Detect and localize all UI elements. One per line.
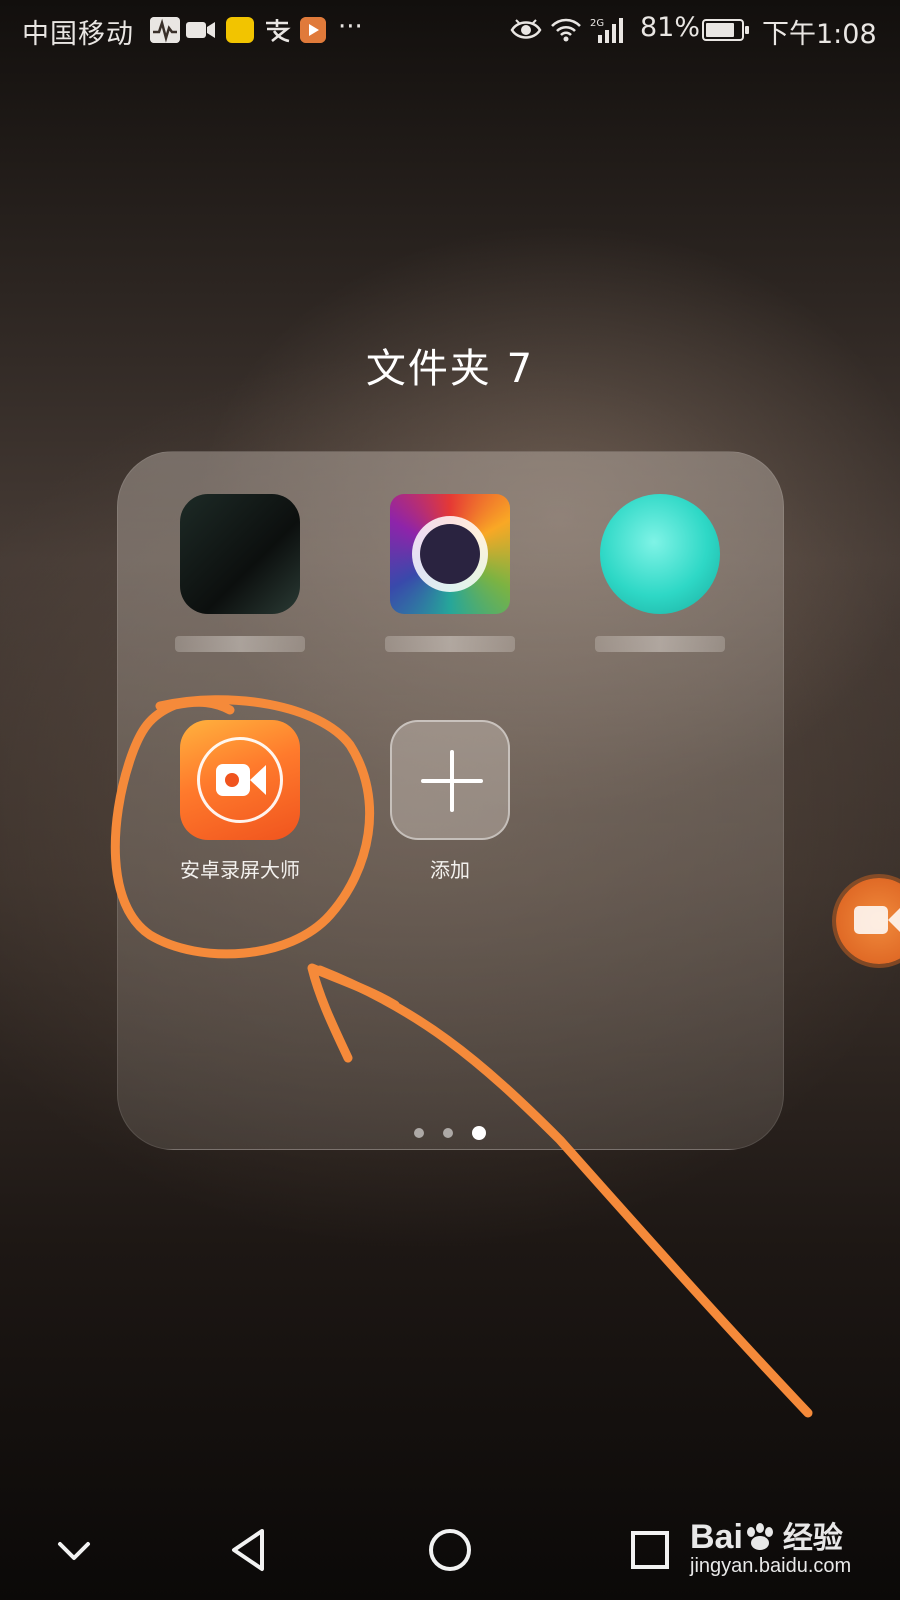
app-label: 安卓录屏大师	[180, 858, 300, 882]
app-screen-recorder[interactable]: 安卓录屏大师	[155, 720, 325, 883]
blurred-app-label	[175, 636, 305, 652]
eye-icon	[510, 19, 542, 39]
battery-level-fill	[706, 23, 734, 37]
chevron-down-icon[interactable]	[46, 1522, 102, 1578]
blurred-app-icon	[180, 494, 300, 614]
app-notification-icon	[300, 17, 326, 43]
page-dot[interactable]	[413, 1127, 424, 1138]
status-bar: 中国移动 ··· 2G 81% 下午1:08	[0, 0, 900, 62]
folder-app-blurred-3[interactable]	[575, 494, 745, 652]
page-dot-active[interactable]	[472, 1125, 487, 1140]
screen-recorder-icon	[180, 720, 300, 840]
blurred-app-icon	[390, 494, 510, 614]
watermark-brand: Bai	[690, 1518, 743, 1556]
back-icon[interactable]	[222, 1522, 278, 1578]
home-icon[interactable]	[422, 1522, 478, 1578]
camera-icon	[854, 906, 888, 934]
activity-icon	[150, 17, 180, 43]
baidu-jingyan-watermark: Bai 经验 jingyan.baidu.com	[690, 1513, 890, 1578]
add-app-button[interactable]: 添加	[365, 720, 535, 883]
carrier-name: 中国移动	[22, 19, 134, 50]
plus-icon	[390, 720, 510, 840]
blurred-app-label	[595, 636, 725, 652]
alipay-icon	[266, 19, 291, 43]
folder-title[interactable]: 文件夹 7	[0, 336, 900, 394]
blurred-app-icon	[600, 494, 720, 614]
battery-icon	[702, 19, 749, 41]
add-app-label: 添加	[430, 858, 470, 882]
recents-icon[interactable]	[622, 1522, 678, 1578]
more-icon: ···	[338, 12, 363, 42]
watermark-brand-cn: 经验	[782, 1521, 843, 1556]
signal-icon: 2G	[590, 18, 623, 43]
folder-app-blurred-2[interactable]	[365, 494, 535, 652]
paw-icon	[746, 1523, 773, 1550]
status-clock: 下午1:08	[762, 19, 877, 50]
battery-percent: 81%	[640, 12, 701, 43]
page-dot[interactable]	[443, 1127, 453, 1138]
floating-record-button[interactable]	[836, 878, 900, 964]
video-icon	[186, 22, 215, 38]
watermark-url: jingyan.baidu.com	[690, 1555, 852, 1577]
blurred-app-label	[385, 636, 515, 652]
folder-app-blurred-1[interactable]	[155, 494, 325, 652]
app-notification-icon	[226, 17, 254, 43]
wifi-icon	[551, 18, 581, 42]
page-indicator	[0, 1122, 900, 1141]
network-type-label: 2G	[590, 18, 604, 29]
